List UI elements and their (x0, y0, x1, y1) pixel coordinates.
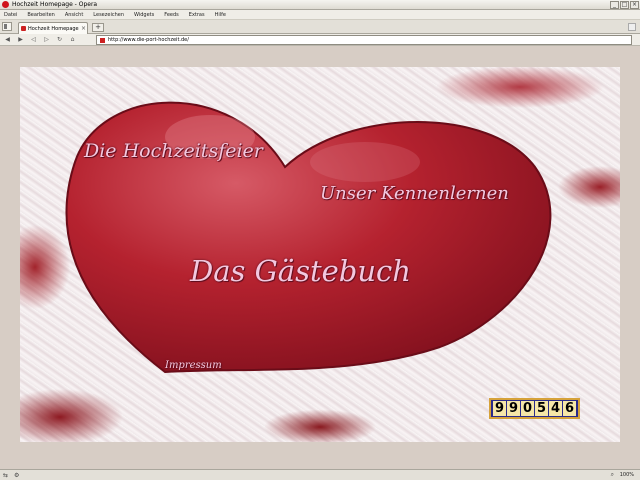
counter-digit: 9 (507, 401, 520, 416)
opera-icon (2, 1, 9, 8)
link-hochzeitsfeier[interactable]: Die Hochzeitsfeier (84, 140, 263, 162)
window-title: Hochzeit Homepage - Opera (12, 0, 98, 8)
counter-digit: 9 (493, 401, 506, 416)
menu-bearbeiten[interactable]: Bearbeiten (27, 12, 54, 18)
favicon-icon (21, 26, 26, 31)
rewind-icon[interactable]: ◁ (29, 35, 38, 44)
tab-grip-icon[interactable] (628, 23, 636, 31)
heart-banner: Die Hochzeitsfeier Unser Kennenlernen Da… (20, 67, 620, 442)
menu-feeds[interactable]: Feeds (164, 12, 179, 18)
menu-lesezeichen[interactable]: Lesezeichen (93, 12, 124, 18)
link-gaestebuch[interactable]: Das Gästebuch (190, 254, 411, 288)
navigation-bar: ◀ ▶ ◁ ▷ ↻ ⌂ http://www.die-port-hochzeit… (0, 34, 640, 46)
settings-icon[interactable]: ⚙ (14, 472, 19, 479)
window-controls: _ □ × (610, 1, 639, 9)
visitor-counter: 9 9 0 5 4 6 (489, 398, 580, 419)
forward-icon[interactable]: ▶ (16, 35, 25, 44)
tab-close-icon[interactable]: × (81, 25, 87, 32)
new-tab-button[interactable]: + (92, 23, 104, 32)
page-viewport: Die Hochzeitsfeier Unser Kennenlernen Da… (0, 47, 640, 469)
address-field[interactable]: http://www.die-port-hochzeit.de/ (96, 35, 632, 45)
menu-extras[interactable]: Extras (189, 12, 205, 18)
link-kennenlernen[interactable]: Unser Kennenlernen (320, 183, 509, 204)
menu-bar: Datei Bearbeiten Ansicht Lesezeichen Wid… (0, 10, 640, 20)
fast-forward-icon[interactable]: ▷ (42, 35, 51, 44)
counter-digit: 0 (521, 401, 534, 416)
home-icon[interactable]: ⌂ (68, 35, 77, 44)
status-bar: ⇆ ⚙ ⌕ 100% (0, 469, 640, 480)
tab-bar: Hochzeit Homepage × + (0, 20, 640, 34)
back-icon[interactable]: ◀ (3, 35, 12, 44)
menu-datei[interactable]: Datei (4, 12, 17, 18)
counter-digit: 4 (549, 401, 562, 416)
tab-label: Hochzeit Homepage (28, 25, 79, 32)
close-button[interactable]: × (630, 1, 639, 9)
counter-digit: 5 (535, 401, 548, 416)
reload-icon[interactable]: ↻ (55, 35, 64, 44)
maximize-button[interactable]: □ (620, 1, 629, 9)
zoom-level[interactable]: 100% (620, 471, 634, 480)
zoom-icon[interactable]: ⌕ (611, 471, 614, 479)
menu-ansicht[interactable]: Ansicht (65, 12, 83, 18)
menu-widgets[interactable]: Widgets (134, 12, 154, 18)
panel-toggle-button[interactable] (2, 22, 12, 31)
site-favicon-icon (100, 37, 105, 43)
window-titlebar: Hochzeit Homepage - Opera _ □ × (0, 0, 640, 10)
tab-hochzeit-homepage[interactable]: Hochzeit Homepage × (18, 22, 88, 34)
speed-dial-icon[interactable]: ⇆ (3, 472, 8, 479)
address-url[interactable]: http://www.die-port-hochzeit.de/ (108, 37, 189, 43)
minimize-button[interactable]: _ (610, 1, 619, 9)
link-impressum[interactable]: Impressum (165, 360, 222, 371)
counter-digit: 6 (563, 401, 576, 416)
menu-hilfe[interactable]: Hilfe (215, 12, 226, 18)
